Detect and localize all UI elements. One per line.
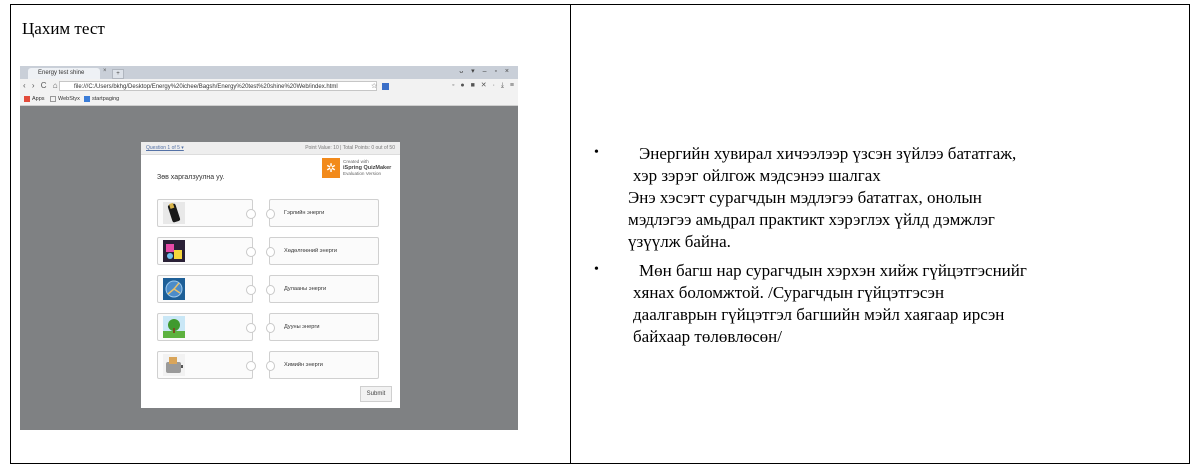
extension-icon[interactable] bbox=[382, 83, 389, 90]
bullet-marker-1: • bbox=[594, 145, 599, 160]
match-item-battery[interactable] bbox=[157, 199, 256, 227]
match-answer-4[interactable]: Дууны энерги bbox=[266, 313, 379, 341]
question-prompt: Зөв харгалзуулна уу. bbox=[157, 174, 225, 181]
bookmark-apps[interactable]: Apps bbox=[24, 94, 45, 105]
match-item-toy[interactable] bbox=[157, 237, 256, 265]
toy-icon bbox=[163, 240, 185, 262]
match-answer-2[interactable]: Хөдөлгөөний энерги bbox=[266, 237, 379, 265]
tab-close-icon[interactable]: × bbox=[103, 68, 107, 74]
match-item-tree[interactable] bbox=[157, 313, 256, 341]
bookmarks-bar: Apps WebStyx startpaging bbox=[20, 94, 518, 106]
match-item-toaster[interactable] bbox=[157, 351, 256, 379]
tree-icon bbox=[163, 316, 185, 338]
url-field[interactable]: file:///C:/Users/bkhg/Desktop/Energy%20i… bbox=[59, 81, 377, 91]
bookmark-startpaging[interactable]: startpaging bbox=[84, 94, 119, 105]
quiz-panel: Question 1 of 5 ▾ Point Value: 10 | Tota… bbox=[141, 142, 400, 408]
bullet-2-line-1: Мөн багш нар сурагчдын хэрхэн хийж гүйцэ… bbox=[639, 261, 1027, 280]
bullet-1-line-5: үзүүлж байна. bbox=[628, 232, 731, 251]
quiz-header: Question 1 of 5 ▾ Point Value: 10 | Tota… bbox=[141, 142, 400, 155]
quiz-screenshot: Energy test shine × + ᴗ ▾ – ▫ × ‹ › C ⌂ … bbox=[20, 66, 518, 430]
bullet-1-line-4: мэдлэгээ амьдрал практикт хэрэглэх үйлд … bbox=[628, 210, 995, 229]
match-answer-5[interactable]: Химийн энерги bbox=[266, 351, 379, 379]
ispring-logo-icon: ✲ bbox=[322, 158, 340, 178]
match-answer-3[interactable]: Дулааны энерги bbox=[266, 275, 379, 303]
window-controls-icon[interactable]: ᴗ ▾ – ▫ × bbox=[459, 67, 512, 75]
left-cell: Цахим тест Energy test shine × + ᴗ ▾ – ▫… bbox=[11, 5, 571, 463]
bookmark-webstyx[interactable]: WebStyx bbox=[50, 94, 80, 105]
document-table: Цахим тест Energy test shine × + ᴗ ▾ – ▫… bbox=[10, 4, 1190, 464]
right-cell: • Энергийн хувирал хичээлээр үзсэн зүйлэ… bbox=[571, 5, 1189, 463]
match-item-fan[interactable] bbox=[157, 275, 256, 303]
submit-button[interactable]: Submit bbox=[360, 386, 392, 402]
bullet-2-line-3: даалгаврын гүйцэтгэл багшийн мэйл хаягаа… bbox=[633, 305, 1005, 324]
bullet-2-line-2: хянах боломжтой. /Сурагчдын гүйцэтгэсэн bbox=[633, 283, 945, 302]
browser-tab-strip: Energy test shine × + ᴗ ▾ – ▫ × bbox=[20, 66, 518, 79]
fan-icon bbox=[163, 278, 185, 300]
bookmark-star-icon[interactable]: ☆ bbox=[371, 82, 377, 90]
address-bar-row: ‹ › C ⌂ file:///C:/Users/bkhg/Desktop/En… bbox=[20, 79, 518, 95]
ispring-branding: ✲ Created with iSpring QuizMaker Evaluat… bbox=[322, 158, 397, 182]
bullet-2-line-4: байхаар төлөвлөсөн/ bbox=[633, 327, 782, 346]
bullet-1-line-2: хэр зэрэг ойлгож мэдсэнээ шалгах bbox=[633, 166, 881, 185]
browser-tab[interactable]: Energy test shine bbox=[28, 68, 100, 79]
bullet-marker-2: • bbox=[594, 262, 599, 277]
toaster-icon bbox=[163, 354, 185, 376]
cell-title: Цахим тест bbox=[22, 19, 105, 38]
battery-icon bbox=[163, 202, 185, 224]
match-answer-1[interactable]: Гэрлийн энерги bbox=[266, 199, 379, 227]
nav-buttons-icon[interactable]: ‹ › C ⌂ bbox=[23, 81, 60, 90]
toolbar-icons[interactable]: ◦ ● ■ ✕ · ⤓ ≡ bbox=[452, 81, 516, 90]
bullet-1-line-3: Энэ хэсэгт сурагчдын мэдлэгээ бататгах, … bbox=[628, 188, 982, 207]
brand-subtitle: Evaluation Version bbox=[343, 171, 382, 176]
new-tab-icon[interactable]: + bbox=[112, 69, 124, 79]
points-label: Point Value: 10 | Total Points: 0 out of… bbox=[305, 145, 395, 151]
question-selector[interactable]: Question 1 of 5 ▾ bbox=[146, 142, 184, 154]
bullet-1-line-1: Энергийн хувирал хичээлээр үзсэн зүйлээ … bbox=[639, 144, 1017, 163]
